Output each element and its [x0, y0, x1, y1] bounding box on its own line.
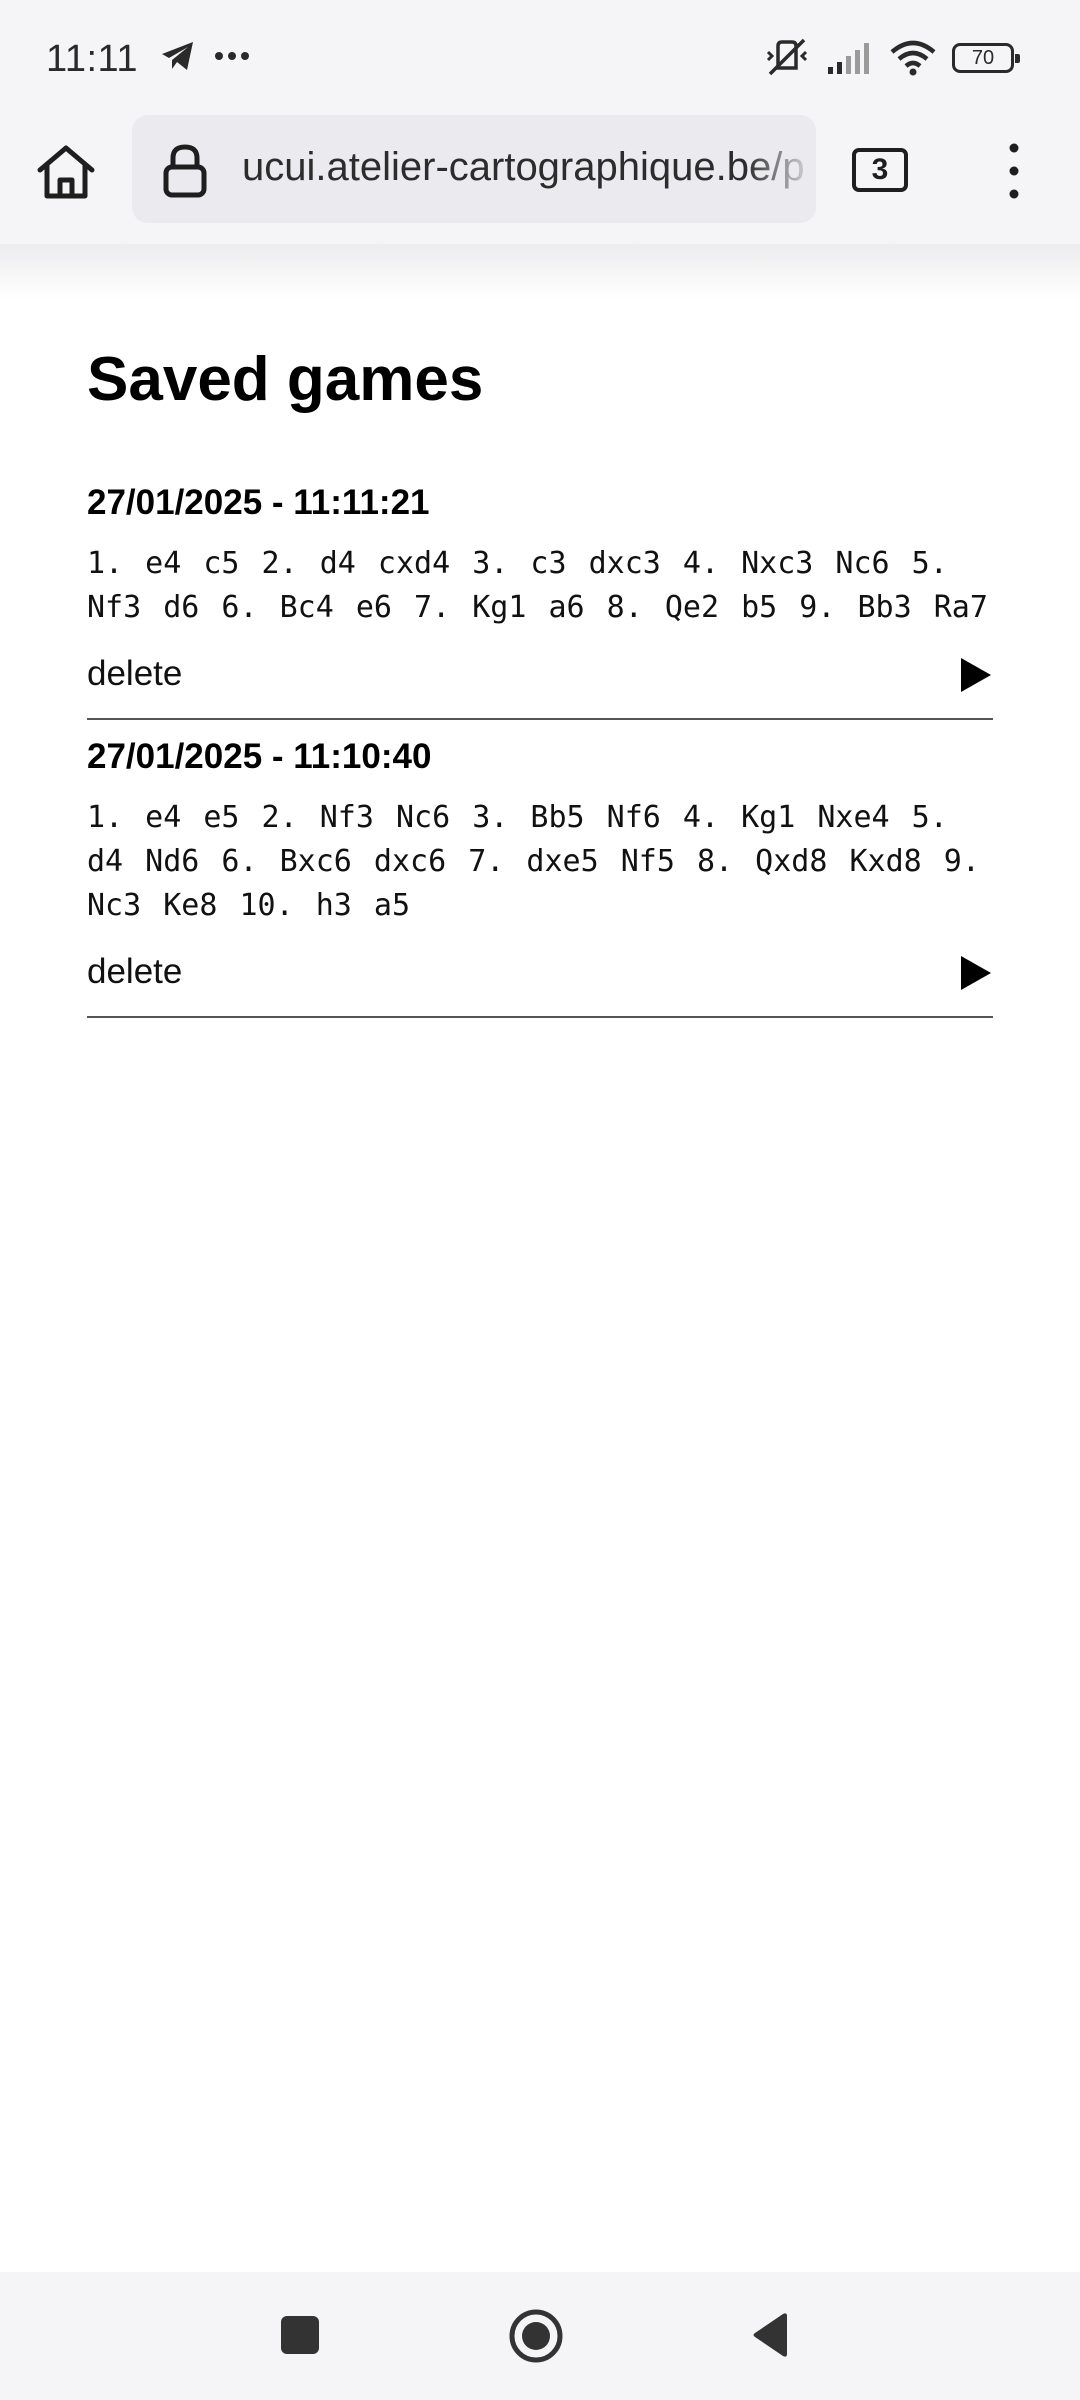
delete-link[interactable]: delete	[87, 654, 182, 694]
home-icon[interactable]	[34, 140, 98, 204]
url-bar[interactable]: ucui.atelier-cartographique.be/p	[132, 115, 816, 223]
game-actions: delete	[87, 944, 993, 1016]
saved-game: 27/01/2025 - 11:11:21 1. e4 c5 2. d4 cxd…	[87, 480, 993, 720]
game-date: 27/01/2025 - 11:10:40	[87, 737, 432, 776]
status-left-icons	[160, 40, 250, 72]
saved-game: 27/01/2025 - 11:10:40 1. e4 e5 2. Nf3 Nc…	[87, 734, 993, 1018]
back-button[interactable]	[751, 2312, 791, 2358]
battery-indicator: 70	[952, 43, 1020, 73]
game-moves: 1. e4 e5 2. Nf3 Nc6 3. Bb5 Nf6 4. Kg1 Nx…	[87, 800, 1002, 923]
menu-icon[interactable]	[996, 140, 1032, 202]
vibrate-off-icon	[766, 38, 808, 76]
url-text: ucui.atelier-cartographique.be/p	[242, 145, 805, 189]
delete-link[interactable]: delete	[87, 952, 182, 992]
wifi-icon	[890, 40, 936, 76]
page-content: Saved games 27/01/2025 - 11:11:21 1. e4 …	[87, 340, 993, 1018]
tabs-button[interactable]: 3	[852, 148, 908, 192]
status-right-icons: 70	[764, 38, 1020, 78]
more-notifications-icon	[215, 52, 249, 60]
url-fade	[746, 115, 816, 223]
play-icon[interactable]	[959, 656, 993, 694]
play-icon[interactable]	[959, 954, 993, 992]
telegram-icon	[162, 42, 193, 70]
status-time: 11:11	[46, 38, 138, 80]
lock-icon	[163, 144, 207, 198]
game-date: 27/01/2025 - 11:11:21	[87, 483, 430, 522]
game-moves: 1. e4 c5 2. d4 cxd4 3. c3 dxc3 4. Nxc3 N…	[87, 546, 988, 625]
home-button[interactable]	[508, 2308, 564, 2364]
game-actions: delete	[87, 646, 993, 718]
recents-button[interactable]	[281, 2316, 319, 2354]
toolbar-shadow	[0, 244, 1080, 300]
page-title: Saved games	[87, 345, 484, 414]
signal-icon	[828, 43, 869, 74]
